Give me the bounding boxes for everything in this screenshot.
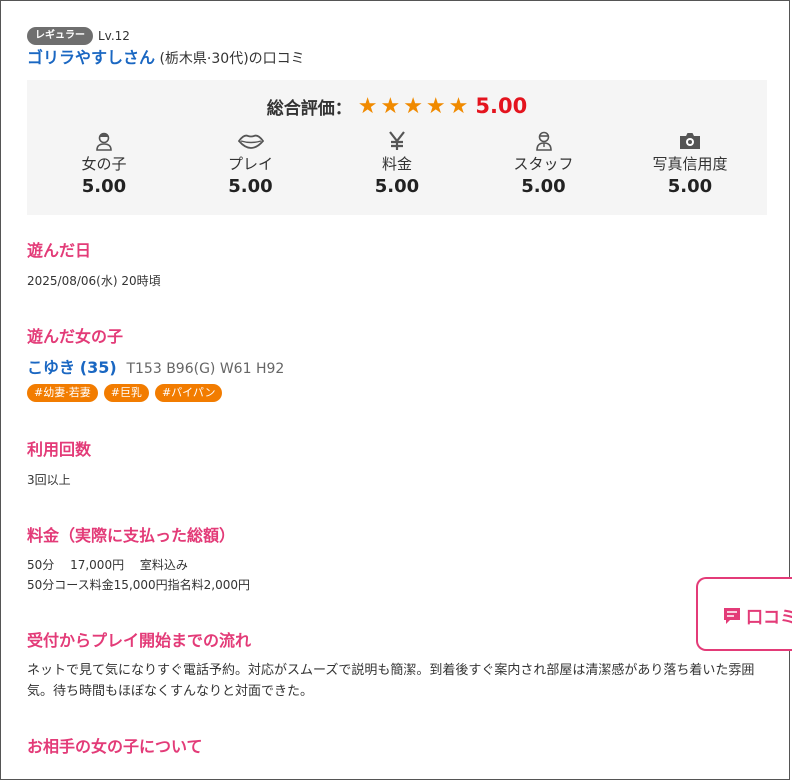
girl-icon (96, 132, 112, 151)
tag-chip[interactable]: #幼妻·若妻 (27, 384, 98, 402)
price-line-2: 50分コース料金15,000円指名料2,000円 (27, 578, 251, 592)
section-visit-date: 遊んだ日 2025/08/06(水) 20時頃 (27, 240, 161, 291)
reviewer-rank-row: レギュラー Lv.12 (27, 26, 767, 46)
section-girl: 遊んだ女の子 こゆき (35) T153 B96(G) W61 H92 #幼妻·… (27, 326, 284, 402)
overall-score: 5.00 (475, 94, 528, 118)
category-label: プレイ (227, 155, 273, 173)
price-line-1: 50分 17,000円 室料込み (27, 558, 188, 572)
flow-text: ネットで見て気になりすぐ電話予約。対応がスムーズで説明も簡潔。到着後すぐ案内され… (27, 663, 755, 699)
category-label: スタッフ (513, 155, 574, 173)
star-rating: ★★★★★ (357, 93, 472, 119)
reviewer-line: ゴリラやすしさん (栃木県·30代)の口コミ (27, 47, 767, 70)
category-price: 料金 5.00 (324, 130, 470, 198)
overall-rating: 総合評価： ★★★★★ 5.00 (27, 92, 767, 120)
category-score: 5.00 (81, 176, 127, 197)
girl-tags: #幼妻·若妻 #巨乳 #パイパン (27, 384, 284, 402)
section-title: 遊んだ日 (27, 241, 92, 260)
tag-chip[interactable]: #巨乳 (103, 384, 149, 402)
category-label: 料金 (381, 155, 412, 173)
girl-line: こゆき (35) T153 B96(G) W61 H92 (27, 357, 284, 380)
section-price: 料金（実際に支払った総額） 50分 17,000円 室料込み 50分コース料金1… (27, 525, 250, 595)
category-score: 5.00 (228, 176, 273, 197)
category-label: 写真信用度 (652, 155, 728, 173)
review-card: レギュラー Lv.12 ゴリラやすしさん (栃木県·30代)の口コミ 総合評価：… (27, 26, 767, 756)
girl-stats: T153 B96(G) W61 H92 (126, 361, 285, 377)
section-title: 利用回数 (27, 440, 92, 459)
reviewer-level: Lv.12 (98, 29, 130, 43)
usage-value: 3回以上 (27, 473, 71, 487)
rank-badge: レギュラー (27, 27, 93, 45)
girl-name-link[interactable]: こゆき (27, 358, 75, 377)
girl-age: (35) (79, 358, 117, 377)
category-staff: スタッフ 5.00 (471, 130, 617, 198)
overall-label: 総合評価： (266, 98, 352, 119)
section-usage: 利用回数 3回以上 (27, 439, 91, 490)
floating-review-button[interactable]: 口コミ (696, 577, 792, 651)
category-girl: 女の子 5.00 (31, 130, 177, 198)
rating-summary: 総合評価： ★★★★★ 5.00 女の子 5.00 プレイ 5.00 料金 5.… (27, 80, 767, 215)
category-score: 5.00 (667, 176, 713, 197)
category-ratings: 女の子 5.00 プレイ 5.00 料金 5.00 スタッフ 5.00 写真信用… (27, 130, 767, 198)
category-score: 5.00 (374, 176, 420, 197)
yen-icon (389, 131, 405, 150)
visit-date-value: 2025/08/06(水) 20時頃 (27, 274, 161, 288)
lips-icon (237, 134, 264, 149)
floating-button-label: 口コミ (746, 608, 792, 628)
tag-chip[interactable]: #パイパン (154, 384, 223, 402)
category-score: 5.00 (521, 176, 566, 197)
section-flow: 受付からプレイ開始までの流れ ネットで見て気になりすぐ電話予約。対応がスムーズで… (27, 630, 762, 702)
reviewer-name-link[interactable]: ゴリラやすしさん (27, 48, 155, 67)
reviewer-info: (栃木県·30代)の口コミ (155, 51, 305, 67)
staff-icon (535, 131, 552, 151)
camera-icon (680, 133, 700, 149)
comment-icon (724, 607, 740, 624)
section-title: 遊んだ女の子 (27, 327, 124, 346)
category-label: 女の子 (81, 155, 127, 173)
section-title: 料金（実際に支払った総額） (27, 526, 236, 545)
category-photo-trust: 写真信用度 5.00 (617, 130, 763, 198)
section-title: 受付からプレイ開始までの流れ (27, 631, 252, 650)
category-play: プレイ 5.00 (178, 130, 324, 198)
section-about-girl: お相手の女の子について (27, 736, 203, 758)
section-title: お相手の女の子について (27, 737, 203, 756)
